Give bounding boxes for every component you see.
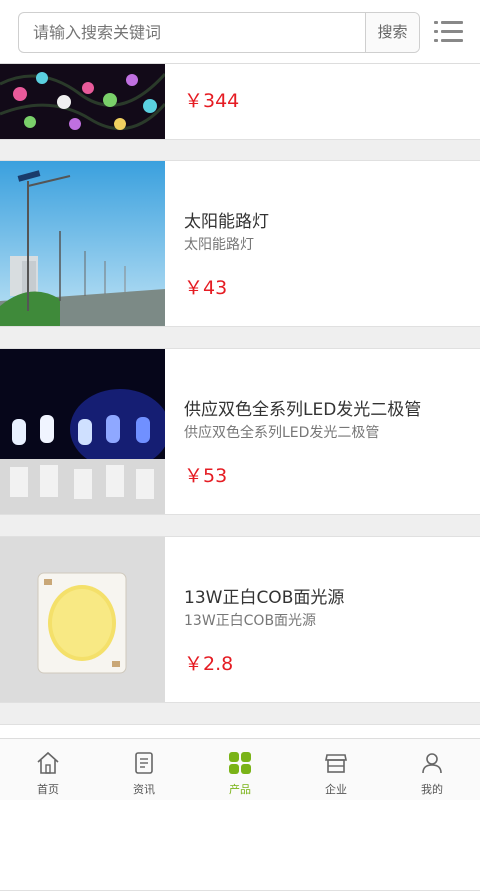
product-item[interactable]: 13W正白COB面光源 13W正白COB面光源 ￥2.8 xyxy=(0,536,480,703)
tab-label: 资讯 xyxy=(133,783,155,796)
product-price: ￥53 xyxy=(184,465,228,487)
news-icon xyxy=(135,752,153,774)
product-price: ￥344 xyxy=(184,90,240,112)
product-image xyxy=(0,161,165,326)
tab-label: 首页 xyxy=(37,783,59,796)
product-description: 供应双色全系列LED发光二极管 xyxy=(184,425,380,441)
tab-label: 产品 xyxy=(229,783,251,796)
search-button[interactable]: 搜索 xyxy=(365,13,419,52)
tab-mine[interactable]: 我的 xyxy=(384,739,480,800)
search-box: 搜索 xyxy=(18,12,420,53)
tab-products[interactable]: 产品 xyxy=(192,739,288,800)
tab-home[interactable]: 首页 xyxy=(0,739,96,800)
product-price: ￥2.8 xyxy=(184,653,234,675)
bottom-tab-bar: 首页 资讯 产品 企业 我的 xyxy=(0,738,480,800)
product-name: 太阳能路灯 xyxy=(184,212,269,232)
tab-label: 企业 xyxy=(325,783,347,796)
product-name: 13W正白COB面光源 xyxy=(184,588,345,608)
store-icon xyxy=(325,754,347,773)
user-icon xyxy=(422,753,442,774)
product-item[interactable]: 太阳能路灯 太阳能路灯 ￥43 xyxy=(0,160,480,327)
search-input[interactable] xyxy=(19,13,367,52)
product-name: 供应双色全系列LED发光二极管 xyxy=(184,400,422,420)
product-description: 13W正白COB面光源 xyxy=(184,613,317,629)
product-price: ￥43 xyxy=(184,277,228,299)
tab-news[interactable]: 资讯 xyxy=(96,739,192,800)
product-image xyxy=(0,349,165,514)
top-bar: 搜索 xyxy=(0,0,480,64)
product-description: 太阳能路灯 xyxy=(184,237,254,253)
product-image xyxy=(0,537,165,702)
tab-company[interactable]: 企业 xyxy=(288,739,384,800)
tab-label: 我的 xyxy=(421,783,443,796)
product-item[interactable]: 供应双色全系列LED发光二极管 供应双色全系列LED发光二极管 ￥53 xyxy=(0,348,480,515)
menu-icon[interactable] xyxy=(434,18,464,46)
grid-icon xyxy=(229,752,251,774)
home-icon xyxy=(37,751,59,774)
